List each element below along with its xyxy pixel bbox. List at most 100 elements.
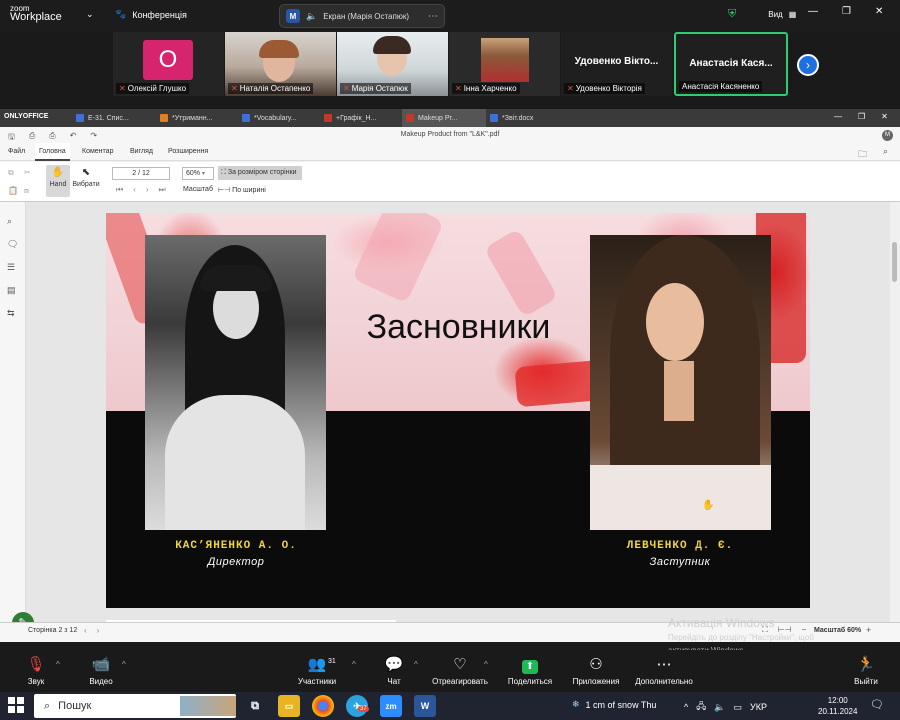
close-icon[interactable]: ✕	[881, 112, 888, 121]
mic-muted-icon: ✕	[231, 84, 238, 93]
active-speaker-tile[interactable]: Анастасія Кася... Анастасія Касяненко	[674, 32, 788, 96]
react-button[interactable]: ♡ Отреагировать	[430, 655, 490, 686]
more-icon[interactable]: ⋯	[428, 11, 438, 22]
folder-icon[interactable]: 🗀	[858, 147, 867, 163]
doc-icon	[242, 114, 250, 122]
zoom-select[interactable]: 60% ▾	[182, 167, 214, 180]
windows-start-button[interactable]	[8, 697, 24, 713]
onlyoffice-brand: ONLYOFFICE	[4, 113, 49, 120]
zoom-app-icon[interactable]: zm	[380, 695, 402, 717]
restore-icon[interactable]: ❐	[858, 112, 865, 121]
first-page-icon[interactable]: ⏮	[116, 185, 123, 195]
founder-role: Заступник	[649, 556, 711, 568]
taskbar-search[interactable]: ⌕ Пошук	[34, 694, 236, 718]
activation-line1: Перейдіть до розділу "Настройки", щоб	[668, 633, 814, 642]
navigation-icon[interactable]: ☰	[7, 262, 18, 273]
file-explorer-icon[interactable]: ▭	[278, 695, 300, 717]
snow-icon: ❄	[572, 699, 580, 709]
last-page-icon[interactable]: ⏭	[159, 185, 166, 195]
pdf-icon	[406, 114, 414, 122]
chevron-up-icon[interactable]: ^	[684, 702, 688, 712]
search-icon: ⌕	[44, 699, 51, 712]
react-options-caret[interactable]: ^	[484, 660, 488, 669]
comment-icon[interactable]: 🗨	[7, 239, 18, 250]
conference-menu[interactable]: 🐾 Конференція	[115, 9, 187, 20]
scroll-thumb[interactable]	[892, 242, 897, 282]
doc-tab-active[interactable]: Makeup Pr...	[402, 109, 486, 127]
menu-file[interactable]: Файл	[4, 143, 29, 161]
vertical-scrollbar[interactable]	[890, 202, 900, 622]
page-number-field[interactable]: 2 / 12	[112, 167, 170, 180]
fit-width-button[interactable]: ⊢⊣ По ширині	[218, 186, 266, 194]
search-icon[interactable]: ⌕	[7, 216, 18, 227]
next-page-icon[interactable]: ›	[97, 626, 100, 635]
prev-page-icon[interactable]: ‹	[133, 185, 136, 195]
more-button[interactable]: ⋯ Дополнительно	[634, 655, 694, 686]
weather-widget[interactable]: ❄ 1 cm of snow Thu	[572, 699, 656, 710]
doc-tab[interactable]: +Графік_Н...	[320, 109, 402, 127]
participant-tile[interactable]: ✕ Наталія Остапенко	[225, 32, 336, 96]
photo-bangs	[200, 265, 272, 291]
menu-comment[interactable]: Коментар	[78, 143, 117, 161]
thumbnails-icon[interactable]: ▤	[7, 285, 18, 296]
cut-icon[interactable]: ✂	[24, 168, 40, 178]
leave-button[interactable]: 🏃 Выйти	[836, 655, 896, 686]
doc-tab[interactable]: *Утриманн...	[156, 109, 238, 127]
hand-tool-button[interactable]: ✋ Hand	[46, 165, 70, 197]
speaker-icon: 🔈	[306, 10, 318, 21]
menu-home[interactable]: Головна	[35, 143, 70, 161]
participant-tile[interactable]: ✕ Інна Харченко	[449, 32, 560, 96]
taskbar-clock[interactable]: 12:00 20.11.2024	[818, 695, 857, 717]
slide-page: Засновники КАС’ЯНЕНКО А. О. Директор ЛЕВ…	[106, 213, 810, 608]
user-avatar[interactable]: M	[882, 130, 893, 141]
presentation-icon	[160, 114, 168, 122]
participant-name: ✕ Олексій Глушко	[116, 83, 190, 94]
doc-tab[interactable]: *Vocabulary...	[238, 109, 320, 127]
volume-icon[interactable]: 🔈	[714, 702, 725, 713]
prev-page-icon[interactable]: ‹	[84, 626, 87, 635]
participants-button[interactable]: 👥 Участники	[287, 655, 347, 686]
next-page-button[interactable]: ›	[797, 54, 819, 76]
battery-icon[interactable]: ▭	[734, 702, 743, 713]
paste-icon[interactable]: 📋	[8, 186, 24, 196]
task-view-icon[interactable]: ⧉	[244, 695, 266, 717]
fit-page-button[interactable]: ⛶ За розміром сторінки	[218, 166, 302, 180]
next-page-icon[interactable]: ›	[146, 185, 149, 195]
mic-muted-icon: ✕	[567, 84, 574, 93]
apps-button[interactable]: ⚇ Приложения	[566, 655, 626, 686]
chevron-down-icon[interactable]: ⌄	[86, 9, 94, 20]
clock-date: 20.11.2024	[818, 707, 858, 716]
participant-tile[interactable]: О ✕ Олексій Глушко	[113, 32, 224, 96]
audio-options-caret[interactable]: ^	[56, 660, 60, 669]
doc-tab[interactable]: *Звіт.docx	[486, 109, 568, 127]
feedback-icon[interactable]: ⇆	[7, 308, 18, 319]
participant-tile[interactable]: ✕ Марія Остапюк	[337, 32, 448, 96]
video-options-caret[interactable]: ^	[122, 660, 126, 669]
restore-icon[interactable]: ❐	[842, 6, 851, 17]
notification-icon[interactable]: 🗨	[870, 698, 884, 711]
menu-plugins[interactable]: Розширення	[164, 143, 212, 161]
chat-options-caret[interactable]: ^	[414, 660, 418, 669]
select-tool-button[interactable]: ⬉ Вибрати	[72, 165, 100, 197]
system-tray: ^ 🖧 🔈 ▭ УКР	[684, 699, 767, 715]
participants-options-caret[interactable]: ^	[352, 660, 356, 669]
menu-view[interactable]: Вигляд	[126, 143, 157, 161]
minimize-icon[interactable]: —	[834, 112, 842, 121]
network-icon[interactable]: 🖧	[696, 699, 706, 715]
doc-tab[interactable]: Е-31. Спис...	[72, 109, 156, 127]
language-indicator[interactable]: УКР	[750, 702, 767, 712]
shield-icon: ⛨	[728, 8, 737, 20]
minimize-icon[interactable]: —	[808, 6, 818, 17]
chrome-icon[interactable]	[312, 695, 334, 717]
participant-tile[interactable]: Удовенко Вікто... ✕ Удовенко Вікторія	[561, 32, 672, 96]
select-all-icon[interactable]: ⧈	[24, 186, 40, 196]
screen-share-pill[interactable]: M 🔈 Екран (Марія Остапюк) ⋯	[279, 4, 445, 28]
share-button[interactable]: ⬆ Поделиться	[500, 655, 560, 686]
zoom-in-icon[interactable]: +	[866, 625, 871, 635]
word-icon[interactable]: W	[414, 695, 436, 717]
copy-icon[interactable]: ⧉	[8, 168, 24, 178]
search-icon[interactable]: ⌕	[883, 146, 888, 157]
avatar: О	[143, 40, 193, 80]
close-icon[interactable]: ✕	[875, 6, 883, 17]
view-menu[interactable]: ⛨ Вид ▦	[728, 8, 796, 21]
